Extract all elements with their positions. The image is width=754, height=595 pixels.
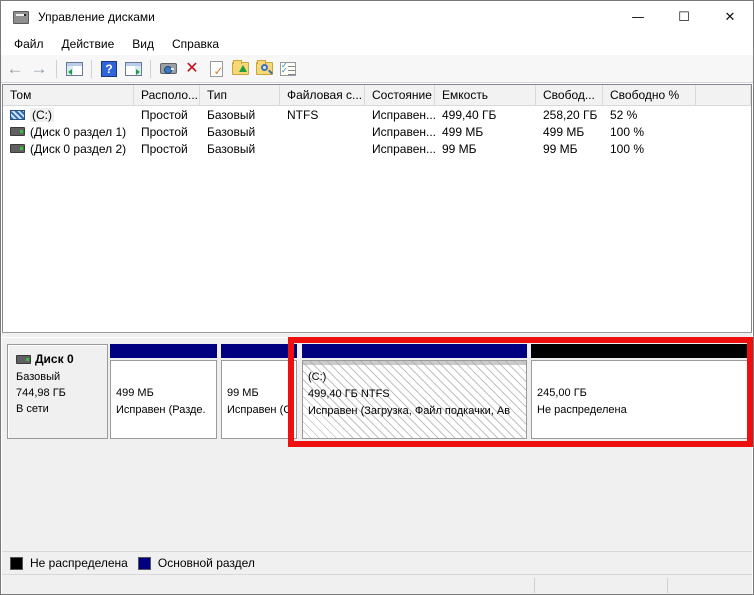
app-icon — [13, 11, 29, 24]
column-header-volume[interactable]: Том — [3, 85, 134, 106]
column-header-free-pct[interactable]: Свободно % — [603, 85, 696, 106]
partition-unallocated[interactable]: 245,00 ГБ Не распределена — [531, 344, 750, 439]
disk-status: В сети — [16, 401, 107, 417]
legend-item-primary: Основной раздел — [138, 556, 255, 570]
volume-name: (Диск 0 раздел 2) — [30, 142, 126, 156]
disk-name: Диск 0 — [35, 351, 74, 367]
table-row-partition-1[interactable]: (Диск 0 раздел 1) Простой Базовый Исправ… — [3, 123, 751, 140]
disk-type: Базовый — [16, 369, 107, 385]
partition-icon — [10, 144, 25, 153]
menu-bar: Файл Действие Вид Справка — [1, 33, 753, 55]
console-tree-icon[interactable] — [64, 59, 84, 79]
partition-icon — [10, 127, 25, 136]
disk-graph-pane: Диск 0 Базовый 744,98 ГБ В сети 499 МБ И… — [2, 338, 752, 551]
column-header-type[interactable]: Тип — [200, 85, 280, 106]
selection-strip — [303, 361, 526, 365]
help-icon[interactable]: ? — [99, 59, 119, 79]
disk0-header[interactable]: Диск 0 Базовый 744,98 ГБ В сети — [7, 344, 108, 439]
partition-recovery[interactable]: 499 МБ Исправен (Разде. — [110, 344, 217, 439]
check-document-icon[interactable] — [206, 59, 226, 79]
table-row-volume-c[interactable]: (C:) Простой Базовый NTFS Исправен... 49… — [3, 106, 751, 123]
toolbar-separator — [56, 60, 57, 78]
partition-efi[interactable]: 99 МБ Исправен (С — [221, 344, 297, 439]
menu-view[interactable]: Вид — [123, 34, 163, 54]
partition-c-label: (C:) — [308, 369, 526, 386]
delete-icon[interactable]: ✕ — [182, 59, 202, 79]
disk-management-window: Управление дисками — ☐ ✕ Файл Действие В… — [0, 0, 754, 595]
title-bar: Управление дисками — ☐ ✕ — [1, 1, 753, 33]
partition-c[interactable]: (C:) 499,40 ГБ NTFS Исправен (Загрузка, … — [302, 344, 527, 439]
close-button[interactable]: ✕ — [707, 1, 753, 33]
minimize-button[interactable]: — — [615, 1, 661, 33]
volume-name: (C:) — [30, 108, 54, 122]
menu-file[interactable]: Файл — [5, 34, 53, 54]
forward-icon[interactable]: → — [29, 59, 49, 79]
column-header-status[interactable]: Состояние — [365, 85, 435, 106]
volume-list: Том Располо... Тип Файловая с... Состоян… — [2, 84, 752, 332]
window-title: Управление дисками — [38, 10, 155, 24]
column-header-filesystem[interactable]: Файловая с... — [280, 85, 365, 106]
column-header-empty — [696, 85, 751, 106]
toolbar-separator — [91, 60, 92, 78]
partition-color-bar — [110, 344, 217, 358]
column-header-layout[interactable]: Располо... — [134, 85, 200, 106]
legend-item-unallocated: Не распределена — [10, 556, 128, 570]
checklist-icon[interactable] — [278, 59, 298, 79]
volume-c-icon — [10, 110, 25, 120]
disk-size: 744,98 ГБ — [16, 385, 107, 401]
folder-search-icon[interactable] — [254, 59, 274, 79]
volume-list-header: Том Располо... Тип Файловая с... Состоян… — [3, 85, 751, 106]
column-header-capacity[interactable]: Емкость — [435, 85, 536, 106]
partition-color-bar — [531, 344, 750, 358]
device-icon[interactable] — [158, 59, 178, 79]
status-bar — [2, 574, 752, 595]
action-pane-icon[interactable] — [123, 59, 143, 79]
legend-swatch-unallocated — [10, 557, 23, 570]
menu-help[interactable]: Справка — [163, 34, 228, 54]
statusbar-separator — [667, 578, 668, 593]
disk-icon — [16, 355, 31, 364]
legend-swatch-primary — [138, 557, 151, 570]
partition-color-bar — [302, 344, 527, 358]
folder-up-icon[interactable] — [230, 59, 250, 79]
back-icon[interactable]: ← — [5, 59, 25, 79]
partition-color-bar — [221, 344, 297, 358]
legend-bar: Не распределена Основной раздел — [2, 551, 752, 574]
maximize-button[interactable]: ☐ — [661, 1, 707, 33]
toolbar: ← → ? ✕ — [1, 55, 753, 83]
toolbar-separator — [150, 60, 151, 78]
statusbar-separator — [534, 578, 535, 593]
volume-name: (Диск 0 раздел 1) — [30, 125, 126, 139]
table-row-partition-2[interactable]: (Диск 0 раздел 2) Простой Базовый Исправ… — [3, 140, 751, 157]
menu-action[interactable]: Действие — [53, 34, 124, 54]
column-header-free[interactable]: Свобод... — [536, 85, 603, 106]
